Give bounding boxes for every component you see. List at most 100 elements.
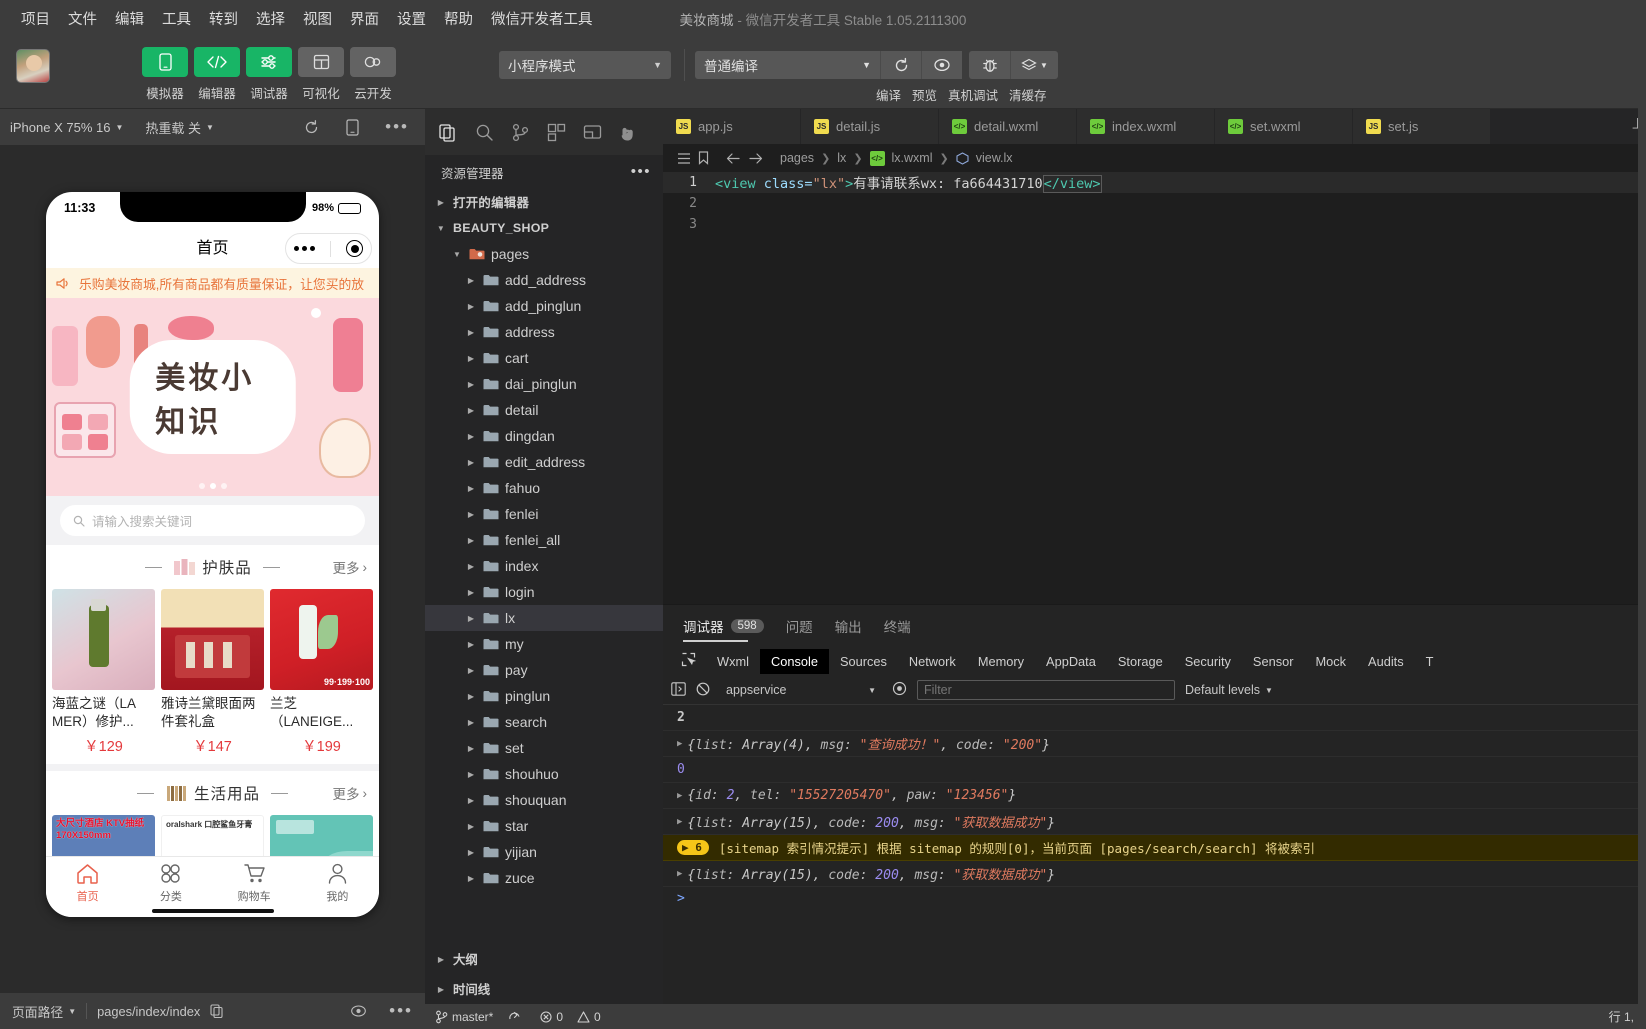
tree-folder-add_address[interactable]: ▶ add_address — [425, 267, 663, 293]
tree-folder-search[interactable]: ▶ search — [425, 709, 663, 735]
compile-select[interactable]: 普通编译 ▼ — [695, 51, 880, 79]
console-row-object[interactable]: ▶ {list: Array(4), msg: "查询成功！", code: "2… — [663, 731, 1646, 757]
tabbar-item-mine[interactable]: 我的 — [296, 862, 379, 904]
capsule-more-icon[interactable] — [293, 246, 315, 251]
code-line-3[interactable]: 3 — [663, 214, 1646, 235]
toolbar-button-simulator[interactable]: 模拟器 — [142, 37, 188, 102]
compile-button[interactable] — [880, 51, 921, 79]
toolbar-button-visualize[interactable]: 可视化 — [298, 37, 344, 102]
refresh-icon[interactable] — [303, 119, 320, 136]
devtools-tab-network[interactable]: Network — [898, 649, 967, 674]
banner-dots[interactable] — [198, 483, 227, 489]
tree-folder-address[interactable]: ▶ address — [425, 319, 663, 345]
tree-folder-set[interactable]: ▶ set — [425, 735, 663, 761]
copy-icon[interactable] — [210, 1004, 223, 1018]
tree-folder-star[interactable]: ▶ star — [425, 813, 663, 839]
hot-reload-select[interactable]: 热重载 关 ▼ — [145, 118, 214, 137]
menu-item-2[interactable]: 编辑 — [106, 5, 153, 32]
editor-tab-detail.wxml[interactable]: </> detail.wxml — [939, 109, 1077, 144]
devtools-tab-storage[interactable]: Storage — [1107, 649, 1174, 674]
code-line-2[interactable]: 2 — [663, 193, 1646, 214]
tree-folder-index[interactable]: ▶ index — [425, 553, 663, 579]
eye-icon[interactable] — [350, 1004, 367, 1018]
device-select[interactable]: iPhone X 75% 16 ▼ — [10, 120, 123, 135]
tree-folder-pay[interactable]: ▶ pay — [425, 657, 663, 683]
cloud-hand-icon[interactable] — [619, 123, 639, 142]
devtools-tab-memory[interactable]: Memory — [967, 649, 1035, 674]
menu-item-1[interactable]: 文件 — [59, 5, 106, 32]
menu-item-10[interactable]: 微信开发者工具 — [482, 5, 602, 32]
warning-count[interactable]: 0 — [577, 1010, 601, 1024]
debug-icon[interactable] — [583, 123, 602, 142]
search-icon[interactable] — [475, 123, 494, 142]
expand-triangle-icon[interactable]: ▶ — [677, 869, 682, 879]
tree-folder-shouhuo[interactable]: ▶ shouhuo — [425, 761, 663, 787]
menu-item-6[interactable]: 视图 — [294, 5, 341, 32]
preview-button[interactable] — [921, 51, 962, 79]
debugger-panel-tab-调试器[interactable]: 调试器 598 — [683, 605, 764, 646]
tree-folder-lx[interactable]: ▶ lx — [425, 605, 663, 631]
editor-tab-set.wxml[interactable]: </> set.wxml — [1215, 109, 1353, 144]
menu-item-3[interactable]: 工具 — [153, 5, 200, 32]
sync-icon[interactable] — [507, 1010, 522, 1023]
breadcrumb-item-1[interactable]: lx — [837, 151, 846, 165]
product-card[interactable]: 雅诗兰黛眼面两件套礼盒 ￥147 — [161, 589, 264, 756]
tree-folder-detail[interactable]: ▶ detail — [425, 397, 663, 423]
console-settings-eye-icon[interactable] — [892, 681, 907, 699]
toolbar-button-editor[interactable]: 编辑器 — [194, 37, 240, 102]
console-row-object[interactable]: ▶ {id: 2, tel: "15527205470", paw: "12345… — [663, 783, 1646, 809]
tree-folder-add_pinglun[interactable]: ▶ add_pinglun — [425, 293, 663, 319]
devtools-tab-t[interactable]: T — [1415, 649, 1445, 674]
tree-folder-my[interactable]: ▶ my — [425, 631, 663, 657]
tree-folder-fenlei_all[interactable]: ▶ fenlei_all — [425, 527, 663, 553]
console-row-object[interactable]: ▶ {list: Array(15), code: 200, msg: "获取数据… — [663, 809, 1646, 835]
clear-cache-button[interactable]: ▼ — [1010, 51, 1058, 79]
console-levels-select[interactable]: Default levels ▼ — [1185, 683, 1273, 697]
forward-arrow-icon[interactable] — [748, 152, 763, 165]
console-prompt[interactable]: > — [663, 887, 1646, 910]
tree-folder-login[interactable]: ▶ login — [425, 579, 663, 605]
breadcrumb-item-0[interactable]: pages — [780, 151, 814, 165]
product-card[interactable]: 海蓝之谜（LA MER）修护... ￥129 — [52, 589, 155, 756]
toolbar-button-cloud[interactable]: 云开发 — [350, 37, 396, 102]
editor-tab-set.js[interactable]: JS set.js — [1353, 109, 1491, 144]
tabbar-item-home[interactable]: 首页 — [46, 862, 129, 904]
tree-folder-dingdan[interactable]: ▶ dingdan — [425, 423, 663, 449]
back-arrow-icon[interactable] — [726, 152, 741, 165]
menu-item-0[interactable]: 项目 — [12, 5, 59, 32]
tree-folder-edit_address[interactable]: ▶ edit_address — [425, 449, 663, 475]
menu-item-5[interactable]: 选择 — [247, 5, 294, 32]
devtools-tab-wxml[interactable]: Wxml — [706, 649, 760, 674]
page-path-select[interactable]: 页面路径 ▼ — [12, 1002, 76, 1021]
more-icon[interactable]: ••• — [389, 1002, 413, 1019]
debugger-panel-tab-问题[interactable]: 问题 — [786, 605, 813, 646]
console-filter-input[interactable] — [917, 680, 1175, 700]
console-context-select[interactable]: appservice ▼ — [720, 683, 882, 697]
tree-folder-cart[interactable]: ▶ cart — [425, 345, 663, 371]
expand-triangle-icon[interactable]: ▶ — [677, 791, 682, 801]
breadcrumb-item-2[interactable]: lx.wxml — [892, 151, 933, 165]
section-more-skincare[interactable]: 更多 › — [333, 557, 368, 577]
tree-section-timeline[interactable]: ▶ 时间线 — [425, 974, 663, 1004]
tree-folder-pinglun[interactable]: ▶ pinglun — [425, 683, 663, 709]
editor-tab-app.js[interactable]: JS app.js — [663, 109, 801, 144]
expand-triangle-icon[interactable]: ▶ — [677, 817, 682, 827]
devtools-tab-mock[interactable]: Mock — [1304, 649, 1357, 674]
ellipsis-icon[interactable]: ••• — [631, 164, 651, 179]
toolbar-button-debugger[interactable]: 调试器 — [246, 37, 292, 102]
capsule-close-icon[interactable] — [346, 240, 364, 257]
tree-folder-zuce[interactable]: ▶ zuce — [425, 865, 663, 891]
menu-item-9[interactable]: 帮助 — [435, 5, 482, 32]
code-line-1[interactable]: 1 <view class="lx">有事请联系wx: fa664431710<… — [663, 172, 1646, 193]
list-icon[interactable] — [677, 152, 691, 165]
files-icon[interactable] — [439, 123, 458, 142]
tree-folder-yijian[interactable]: ▶ yijian — [425, 839, 663, 865]
debugger-panel-tab-输出[interactable]: 输出 — [835, 605, 862, 646]
debugger-panel-tab-终端[interactable]: 终端 — [884, 605, 911, 646]
tabbar-item-category[interactable]: 分类 — [129, 862, 212, 904]
tree-folder-shouquan[interactable]: ▶ shouquan — [425, 787, 663, 813]
tree-section-outline[interactable]: ▶ 大纲 — [425, 944, 663, 974]
editor-tab-detail.js[interactable]: JS detail.js — [801, 109, 939, 144]
console-row-object[interactable]: ▶ {list: Array(15), code: 200, msg: "获取数据… — [663, 861, 1646, 887]
inspect-element-icon[interactable] — [671, 652, 706, 670]
